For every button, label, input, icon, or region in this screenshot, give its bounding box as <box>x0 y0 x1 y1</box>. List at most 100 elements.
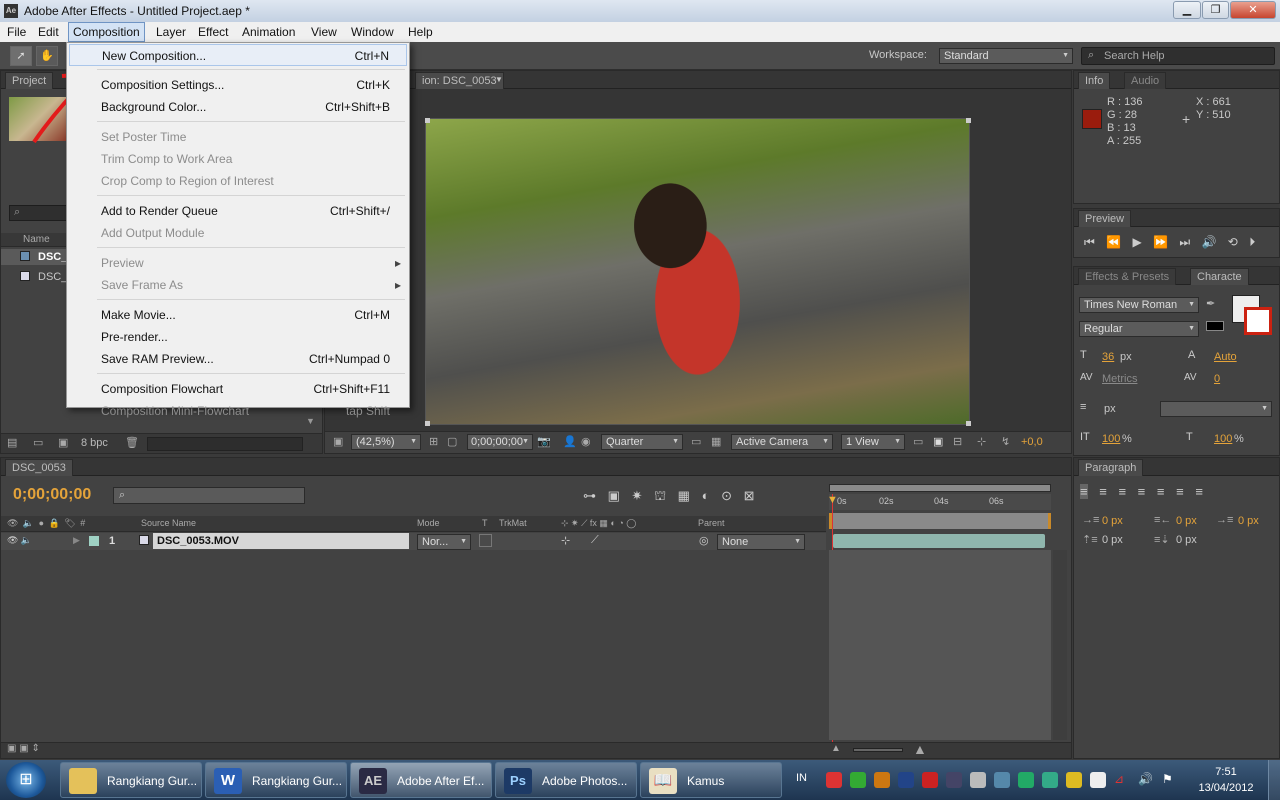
timeline-vertical-scrollbar[interactable] <box>1053 550 1067 740</box>
menu-edit[interactable]: Edit <box>34 22 63 42</box>
taskbar-after-effects[interactable]: AE Adobe After Ef... <box>350 762 492 798</box>
horizontal-scale-value[interactable]: 100 <box>1214 433 1232 445</box>
show-desktop-button[interactable] <box>1268 760 1280 800</box>
col-t[interactable]: T <box>482 518 488 528</box>
snapshot-camera-icon[interactable]: 📷 <box>537 435 551 448</box>
language-indicator[interactable]: IN <box>796 772 807 784</box>
col-parent[interactable]: Parent <box>698 518 725 528</box>
workspace-dropdown[interactable]: Standard <box>939 48 1073 64</box>
leading-value[interactable]: Auto <box>1214 351 1237 363</box>
kerning-value[interactable]: Metrics <box>1102 373 1137 385</box>
tab-paragraph[interactable]: Paragraph <box>1078 459 1144 476</box>
menu-layer[interactable]: Layer <box>152 22 190 42</box>
justify-last-center-icon[interactable]: ≡ <box>1157 484 1165 499</box>
taskbar-date[interactable]: 13/04/2012 <box>1196 782 1256 794</box>
transform-handle[interactable] <box>966 421 971 426</box>
justify-last-left-icon[interactable]: ≡ <box>1138 484 1146 499</box>
taskbar-word[interactable]: W Rangkiang Gur... <box>205 762 347 798</box>
col-mode[interactable]: Mode <box>417 518 440 528</box>
timeline-zoom-slider[interactable] <box>853 748 903 752</box>
auto-keyframe-icon[interactable]: ⊠ <box>744 488 755 503</box>
tray-icon[interactable] <box>826 772 842 788</box>
layer-duration-bar[interactable] <box>833 534 1045 548</box>
menu-item-new-composition[interactable]: New Composition... Ctrl+N <box>69 44 407 66</box>
transform-handle[interactable] <box>425 118 430 123</box>
timeline-icon[interactable]: ⊟ <box>953 435 962 448</box>
safe-zones-icon[interactable]: ⊞ <box>429 435 438 448</box>
stroke-order-dropdown[interactable] <box>1160 401 1272 417</box>
align-right-icon[interactable]: ≡ <box>1118 484 1126 499</box>
quality-switch-icon[interactable]: ⟋ <box>591 534 599 547</box>
layer-source-name[interactable]: DSC_0053.MOV <box>153 533 409 549</box>
project-item-comp[interactable]: DSC_ <box>38 251 67 263</box>
menu-item-make-movie[interactable]: Make Movie... Ctrl+M <box>69 304 407 326</box>
flowchart-icon[interactable]: ⊹ <box>977 435 986 448</box>
start-button[interactable]: ⊞ <box>6 762 46 798</box>
menu-item-composition-flowchart[interactable]: Composition Flowchart Ctrl+Shift+F11 <box>69 378 407 400</box>
brainstorm-icon[interactable]: ◐ <box>702 488 710 503</box>
menu-window[interactable]: Window <box>347 22 398 42</box>
ram-preview-icon[interactable]: ⏵ <box>1249 235 1255 249</box>
taskbar-folder-1[interactable]: Rangkiang Gur... <box>60 762 202 798</box>
composition-mini-flowchart-icon[interactable]: ⊶ <box>583 488 596 503</box>
minimize-button[interactable]: ▁ <box>1173 1 1201 19</box>
graph-editor-icon[interactable]: ⊙ <box>721 488 732 503</box>
layer-label-color[interactable] <box>89 536 99 546</box>
layer-visibility-icon[interactable]: 👁 🔈 <box>7 535 32 546</box>
tray-icon[interactable] <box>1018 772 1034 788</box>
space-after-value[interactable]: 0 px <box>1176 534 1197 546</box>
tray-icon[interactable] <box>1066 772 1082 788</box>
transform-handle[interactable] <box>966 118 971 123</box>
selection-tool-icon[interactable]: ➚ <box>10 46 32 66</box>
tab-audio[interactable]: Audio <box>1124 72 1167 89</box>
interpret-footage-icon[interactable]: ▤ <box>7 436 17 449</box>
tray-icon[interactable] <box>898 772 914 788</box>
menu-item-save-ram-preview[interactable]: Save RAM Preview... Ctrl+Numpad 0 <box>69 348 407 370</box>
col-trkmat[interactable]: TrkMat <box>499 518 527 528</box>
rgb-channels-icon[interactable]: ◉ <box>581 435 591 448</box>
menu-file[interactable]: File <box>3 22 30 42</box>
tray-icon[interactable] <box>1042 772 1058 788</box>
menu-view[interactable]: View <box>307 22 341 42</box>
menu-help[interactable]: Help <box>404 22 437 42</box>
search-help-field[interactable]: ⌕ Search Help <box>1081 47 1275 65</box>
transform-handle[interactable] <box>425 421 430 426</box>
first-line-indent-value[interactable]: 0 px <box>1238 515 1259 527</box>
menu-effect[interactable]: Effect <box>194 22 232 42</box>
tab-timeline-dsc0053[interactable]: DSC_0053 <box>5 459 73 476</box>
hide-shy-layers-icon[interactable]: ✷ <box>632 488 643 503</box>
maximize-button[interactable]: ❐ <box>1202 1 1229 19</box>
tray-icon[interactable] <box>946 772 962 788</box>
tray-icon[interactable] <box>874 772 890 788</box>
mask-visibility-icon[interactable]: ▢ <box>447 435 457 448</box>
new-folder-icon[interactable]: ▭ <box>33 436 43 449</box>
zoom-out-icon[interactable]: ▲ <box>831 743 841 754</box>
time-indicator-handle-icon[interactable]: ▼ <box>827 494 838 506</box>
stroke-color-swatch[interactable] <box>1244 307 1272 335</box>
tray-icon[interactable] <box>922 772 938 788</box>
transparency-grid-icon[interactable]: ▦ <box>711 435 721 448</box>
eyedropper-icon[interactable]: ✒ <box>1206 297 1215 310</box>
align-center-icon[interactable]: ≡ <box>1099 484 1107 499</box>
space-before-value[interactable]: 0 px <box>1102 534 1123 546</box>
network-icon[interactable]: ⊿ <box>1114 772 1124 786</box>
indent-left-value[interactable]: 0 px <box>1102 515 1123 527</box>
tab-effects-presets[interactable]: Effects & Presets <box>1078 268 1177 285</box>
layer-mode-dropdown[interactable]: Nor... <box>417 534 471 550</box>
timeline-track-area[interactable] <box>829 550 1051 740</box>
trash-icon[interactable]: 🗑 <box>125 436 139 449</box>
taskbar-time[interactable]: 7:51 <box>1196 766 1256 778</box>
view-layout-dropdown[interactable]: 1 View <box>841 434 905 450</box>
comp-dropdown-arrow-icon[interactable]: ▼ <box>495 75 503 84</box>
tray-icon[interactable] <box>970 772 986 788</box>
menu-animation[interactable]: Animation <box>238 22 299 42</box>
font-style-dropdown[interactable]: Regular <box>1079 321 1199 337</box>
justify-last-right-icon[interactable]: ≡ <box>1176 484 1184 499</box>
tray-icon[interactable] <box>850 772 866 788</box>
toggle-pixel-aspect-icon[interactable]: ▭ <box>913 435 923 448</box>
show-snapshot-icon[interactable]: 👤 <box>563 435 577 448</box>
justify-all-icon[interactable]: ≡ <box>1195 484 1203 499</box>
font-family-dropdown[interactable]: Times New Roman <box>1079 297 1199 313</box>
collapse-switch-icon[interactable]: ⊹ <box>561 534 570 547</box>
taskbar-photoshop[interactable]: Ps Adobe Photos... <box>495 762 637 798</box>
